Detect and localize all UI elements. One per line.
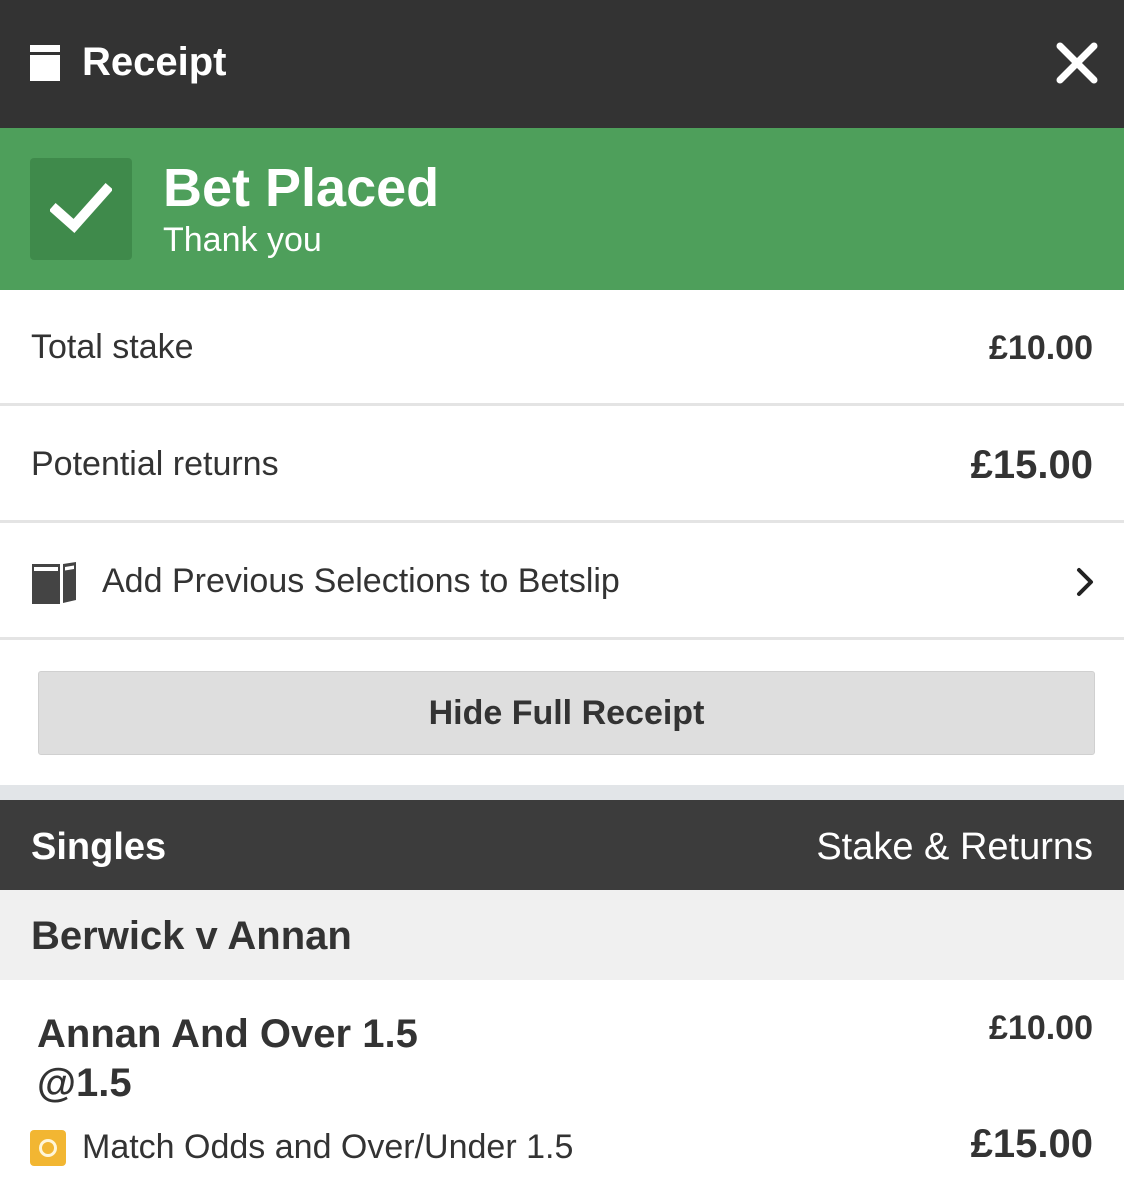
chevron-right-icon <box>1072 566 1098 598</box>
hide-receipt-section: Hide Full Receipt <box>0 641 1124 785</box>
selection-odds: @1.5 <box>37 1061 132 1105</box>
checkmark-icon <box>30 158 132 260</box>
market-icon <box>30 1130 66 1166</box>
receipt-title: Receipt <box>82 40 227 84</box>
event-name: Berwick v Annan <box>31 914 352 958</box>
market-name: Match Odds and Over/Under 1.5 <box>82 1128 574 1166</box>
potential-returns-value: £15.00 <box>970 443 1093 487</box>
receipt-header: Receipt <box>0 0 1124 128</box>
bet-placed-banner: Bet Placed Thank you <box>0 128 1124 290</box>
singles-label: Singles <box>31 826 167 868</box>
receipt-icon <box>30 45 60 81</box>
add-previous-selections-row[interactable]: Add Previous Selections to Betslip <box>0 524 1124 640</box>
bet-item: Annan And Over 1.5 @1.5 £10.00 Match Odd… <box>0 980 1124 1186</box>
bet-returns: £15.00 <box>970 1122 1093 1166</box>
betslip-icon <box>30 558 78 606</box>
add-previous-selections-label: Add Previous Selections to Betslip <box>102 562 620 600</box>
potential-returns-row: Potential returns £15.00 <box>0 407 1124 523</box>
selection-name: Annan And Over 1.5 <box>37 1012 418 1056</box>
section-divider <box>0 785 1124 800</box>
singles-header: Singles Stake & Returns <box>0 800 1124 890</box>
bet-stake: £10.00 <box>989 1009 1093 1047</box>
close-icon[interactable] <box>1052 38 1102 88</box>
event-header: Berwick v Annan <box>0 890 1124 980</box>
bet-placed-subtitle: Thank you <box>163 221 322 259</box>
stake-returns-label: Stake & Returns <box>816 826 1093 868</box>
total-stake-label: Total stake <box>31 328 194 366</box>
hide-full-receipt-button[interactable]: Hide Full Receipt <box>38 671 1095 755</box>
total-stake-row: Total stake £10.00 <box>0 290 1124 406</box>
potential-returns-label: Potential returns <box>31 445 279 483</box>
bet-placed-title: Bet Placed <box>163 158 440 218</box>
total-stake-value: £10.00 <box>989 329 1093 367</box>
